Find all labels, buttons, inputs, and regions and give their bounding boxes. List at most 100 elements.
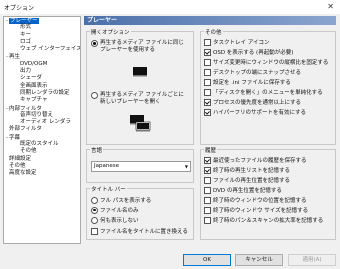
- tree-item[interactable]: キャプチャ: [4, 97, 80, 104]
- apply-button[interactable]: 適用(A): [288, 254, 336, 266]
- new-player-radio[interactable]: 再生するメディア ファイルごとに 新しいプレーヤーを開く: [91, 92, 184, 106]
- history-checkbox-box[interactable]: [204, 176, 211, 184]
- other-checkbox-box[interactable]: [204, 88, 211, 96]
- other-checkbox[interactable]: デスクトップの端にスナップさせる: [204, 68, 301, 76]
- new-player-label: 再生するメディア ファイルごとに 新しいプレーヤーを開く: [100, 92, 184, 105]
- other-checkbox[interactable]: サイズ変更時にウィンドウの縦横比を固定する: [204, 58, 328, 66]
- titlebar-group: タイトル バー フル パスを表示する ファイル名のみ 何も表示しない ファイル名…: [86, 185, 194, 240]
- tree-item[interactable]: DVD/OGM: [4, 61, 80, 68]
- same-player-radio-button[interactable]: [91, 40, 98, 47]
- options-dialog: −プレーヤー 形式 キー ロゴ ウェブ インターフェイス −再生 DVD/OGM 出力 シェーダ…: [0, 14, 340, 269]
- other-checkbox-box[interactable]: [204, 78, 211, 86]
- tree-item[interactable]: 既定のスタイル: [4, 141, 80, 148]
- history-checkbox[interactable]: 最近使ったファイルの履歴を保存する: [204, 156, 307, 164]
- tree-item-label: シェーダ: [20, 75, 43, 82]
- history-checkbox[interactable]: 終了時のウィンドウ サイズを記憶する: [204, 206, 308, 214]
- tree-item-label: オーディオ レンダラ: [20, 119, 71, 126]
- other-checkbox[interactable]: プロセスの優先度を通常以上にする: [204, 98, 301, 106]
- history-checkbox[interactable]: 終了時のウィンドウの位置を記憶する: [204, 196, 307, 204]
- tree-item[interactable]: 形式: [4, 24, 80, 31]
- tree-item-label: 高度な設定: [9, 170, 37, 177]
- replace-title-checkbox[interactable]: ファイル名をタイトルに置き換える: [91, 227, 188, 235]
- history-checkbox-box[interactable]: [204, 216, 211, 224]
- other-checkbox[interactable]: 「ディスクを開く」のメニューを単純化する: [204, 88, 323, 96]
- history-checkbox[interactable]: DVD の再生位置を記憶する: [204, 186, 282, 194]
- tree-item-label: 再生: [9, 54, 21, 61]
- tree-item[interactable]: 外部フィルタ: [4, 126, 80, 133]
- other-checkbox-label: 「ディスクを開く」のメニューを単純化する: [213, 90, 323, 96]
- show-nothing-radio-button[interactable]: [91, 216, 98, 224]
- full-path-radio[interactable]: フル パスを表示する: [91, 196, 151, 204]
- history-checkbox-box[interactable]: [204, 186, 211, 194]
- history-checkbox-box[interactable]: [204, 206, 211, 214]
- history-checkbox-box[interactable]: [204, 156, 211, 164]
- other-checkbox[interactable]: ハイパーフリのサポートを有効にする: [204, 108, 306, 116]
- tree-item[interactable]: −内部フィルタ: [4, 105, 80, 112]
- replace-title-checkbox-box[interactable]: [91, 227, 98, 235]
- other-checkbox-box[interactable]: [204, 38, 211, 46]
- tree-item-label: 出力: [20, 68, 32, 75]
- cancel-button[interactable]: キャンセル: [235, 254, 283, 266]
- other-group: その他 タスクトレイ アイコン OSD を表示する (再起動が必要) サイズ変更時に…: [200, 28, 336, 145]
- ok-button[interactable]: OK: [183, 254, 231, 266]
- language-select[interactable]: Japanese ▼: [91, 161, 191, 172]
- open-options-title: 開くオプション: [90, 28, 131, 36]
- other-checkbox-label: プロセスの優先度を通常以上にする: [213, 100, 302, 106]
- history-checkbox-label: DVD の再生位置を記憶する: [213, 188, 282, 194]
- other-checkbox-box[interactable]: [204, 48, 211, 56]
- open-options-group: 開くオプション 再生するメディア ファイルに同じ プレーヤーを使用する 再生する…: [86, 28, 194, 145]
- history-title: 履歴: [204, 146, 218, 154]
- history-checkbox-label: 最近使ったファイルの履歴を保存する: [213, 158, 307, 164]
- other-checkbox-label: デスクトップの端にスナップさせる: [213, 70, 302, 76]
- same-player-radio[interactable]: 再生するメディア ファイルに同じ プレーヤーを使用する: [91, 40, 184, 54]
- other-checkbox-box[interactable]: [204, 108, 211, 116]
- language-title: 言語: [90, 146, 104, 154]
- tree-item[interactable]: 全画面表示: [4, 83, 80, 90]
- tree-item[interactable]: シェーダ: [4, 75, 80, 82]
- full-path-radio-button[interactable]: [91, 196, 98, 204]
- full-path-label: フル パスを表示する: [100, 198, 152, 204]
- other-checkbox[interactable]: タスクトレイ アイコン: [204, 38, 269, 46]
- tree-item-label: ロゴ: [20, 38, 32, 45]
- tree-item-label: 外部フィルタ: [9, 126, 42, 133]
- other-checkbox-box[interactable]: [204, 68, 211, 76]
- new-player-radio-button[interactable]: [91, 92, 98, 99]
- tree-item-label: キャプチャ: [20, 97, 48, 104]
- other-checkbox-label: 設定を .ini ファイルに保存する: [213, 80, 291, 86]
- tree-item-label: 形式: [20, 24, 32, 31]
- history-group: 履歴 最近使ったファイルの履歴を保存する終了時の再生リストを記憶するファイルの再…: [200, 146, 336, 240]
- tree-item[interactable]: −再生: [4, 53, 80, 60]
- history-checkbox-box[interactable]: [204, 166, 211, 174]
- tree-item[interactable]: −字幕: [4, 134, 80, 141]
- other-title: その他: [204, 28, 223, 36]
- titlebar-title: タイトル バー: [90, 185, 127, 193]
- tree-item[interactable]: その他: [4, 148, 80, 155]
- tree-item[interactable]: −プレーヤー: [4, 17, 80, 24]
- other-checkbox[interactable]: OSD を表示する (再起動が必要): [204, 48, 293, 56]
- history-checkbox[interactable]: 終了時のパン＆スキャンの拡大率を記憶する: [204, 216, 323, 224]
- history-checkbox[interactable]: ファイルの再生位置を記憶する: [204, 176, 290, 184]
- file-name-only-radio[interactable]: ファイル名のみ: [91, 206, 139, 214]
- history-checkbox[interactable]: 終了時の再生リストを記憶する: [204, 166, 290, 174]
- chevron-down-icon: ▼: [184, 164, 188, 169]
- other-checkbox[interactable]: 設定を .ini ファイルに保存する: [204, 78, 291, 86]
- history-checkbox-label: ファイルの再生位置を記憶する: [213, 178, 291, 184]
- settings-tree[interactable]: −プレーヤー 形式 キー ロゴ ウェブ インターフェイス −再生 DVD/OGM 出力 シェーダ…: [3, 16, 81, 244]
- replace-title-label: ファイル名をタイトルに置き換える: [100, 229, 188, 235]
- tree-item[interactable]: ウェブ インターフェイス: [4, 46, 80, 53]
- language-group: 言語 Japanese ▼: [86, 146, 194, 183]
- tree-item-label: DVD/OGM: [20, 60, 48, 67]
- history-checkbox-box[interactable]: [204, 196, 211, 204]
- file-name-only-radio-button[interactable]: [91, 206, 98, 214]
- tree-item[interactable]: キー: [4, 32, 80, 39]
- tree-item[interactable]: 高度な設定: [4, 170, 80, 177]
- tree-item[interactable]: 出力: [4, 68, 80, 75]
- show-nothing-radio[interactable]: 何も表示しない: [91, 216, 139, 224]
- tree-item-label: 全画面表示: [20, 82, 48, 89]
- tree-item-label: 字幕: [9, 134, 21, 141]
- other-checkbox-box[interactable]: [204, 58, 211, 66]
- other-checkbox-box[interactable]: [204, 98, 211, 106]
- close-icon[interactable]: ✕: [327, 2, 334, 11]
- tree-item[interactable]: 詳細設定: [4, 156, 80, 163]
- window-title: オプション: [4, 5, 35, 12]
